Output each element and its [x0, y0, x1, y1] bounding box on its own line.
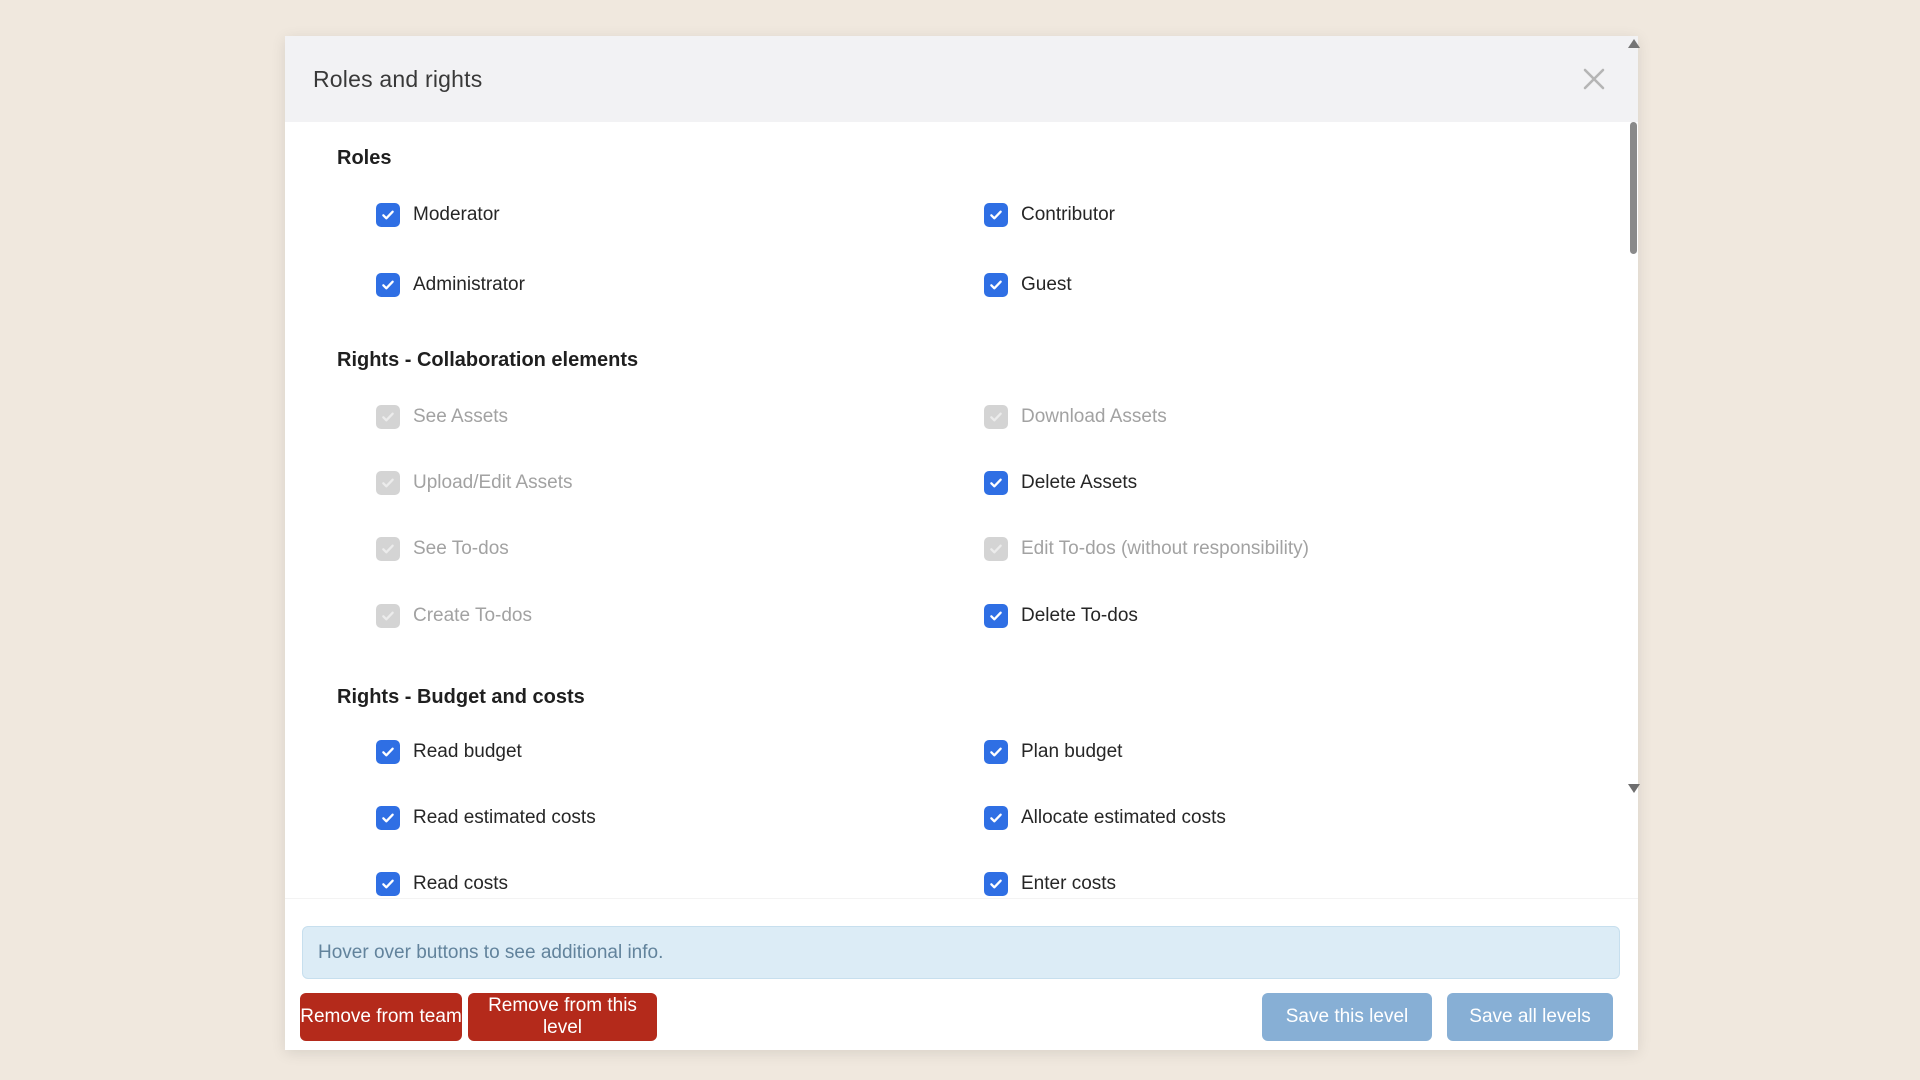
- save-all-levels-button[interactable]: Save all levels: [1447, 993, 1613, 1041]
- checkbox-label[interactable]: Read costs: [413, 873, 508, 895]
- checkbox[interactable]: [376, 806, 400, 830]
- checkbox-label: See Assets: [413, 406, 508, 428]
- checkbox-label: Edit To-dos (without responsibility): [1021, 538, 1309, 560]
- checkmark-icon: [988, 475, 1004, 491]
- checkbox: [984, 405, 1008, 429]
- section-title-budget: Rights - Budget and costs: [337, 683, 585, 711]
- checkbox: [984, 537, 1008, 561]
- checkbox-label[interactable]: Administrator: [413, 274, 525, 296]
- checkbox-item: Delete To-dos: [984, 604, 1138, 628]
- checkmark-icon: [988, 810, 1004, 826]
- checkmark-icon: [380, 277, 396, 293]
- checkbox: [376, 405, 400, 429]
- checkmark-icon: [380, 475, 396, 491]
- checkmark-icon: [380, 810, 396, 826]
- checkbox-item: Enter costs: [984, 872, 1116, 896]
- checkbox-item: Read budget: [376, 740, 522, 764]
- checkbox-label[interactable]: Moderator: [413, 204, 500, 226]
- section-title-roles: Roles: [337, 144, 391, 172]
- checkmark-icon: [988, 207, 1004, 223]
- checkmark-icon: [988, 277, 1004, 293]
- close-button[interactable]: [1578, 63, 1610, 95]
- checkbox-label: Download Assets: [1021, 406, 1167, 428]
- checkbox-item: Read costs: [376, 872, 508, 896]
- checkbox-label[interactable]: Plan budget: [1021, 741, 1122, 763]
- checkmark-icon: [988, 608, 1004, 624]
- scrollbar-up-arrow[interactable]: [1628, 39, 1640, 48]
- checkbox[interactable]: [984, 872, 1008, 896]
- remove-from-this-level-button[interactable]: Remove from this level: [468, 993, 657, 1041]
- checkbox-label[interactable]: Enter costs: [1021, 873, 1116, 895]
- checkbox[interactable]: [984, 273, 1008, 297]
- checkmark-icon: [380, 207, 396, 223]
- checkbox[interactable]: [984, 471, 1008, 495]
- remove-from-team-button[interactable]: Remove from team: [300, 993, 462, 1041]
- checkbox-item: See Assets: [376, 405, 508, 429]
- checkbox-item: Read estimated costs: [376, 806, 596, 830]
- checkbox-item: Create To-dos: [376, 604, 532, 628]
- dialog-header: Roles and rights: [285, 36, 1638, 122]
- checkbox[interactable]: [376, 872, 400, 896]
- roles-and-rights-dialog: Roles and rights Roles Moderator Contrib…: [285, 36, 1638, 1050]
- checkbox-label[interactable]: Guest: [1021, 274, 1072, 296]
- checkmark-icon: [380, 876, 396, 892]
- checkbox-item: Delete Assets: [984, 471, 1137, 495]
- scrollbar-down-arrow[interactable]: [1628, 784, 1640, 793]
- checkmark-icon: [988, 744, 1004, 760]
- checkbox: [376, 537, 400, 561]
- checkbox-label[interactable]: Contributor: [1021, 204, 1115, 226]
- checkmark-icon: [988, 409, 1004, 425]
- checkbox-label[interactable]: Read estimated costs: [413, 807, 596, 829]
- checkbox-item: See To-dos: [376, 537, 509, 561]
- checkbox-label: See To-dos: [413, 538, 509, 560]
- checkmark-icon: [380, 744, 396, 760]
- checkmark-icon: [380, 608, 396, 624]
- dialog-footer: Hover over buttons to see additional inf…: [285, 898, 1638, 1050]
- checkbox[interactable]: [984, 740, 1008, 764]
- checkbox-item: Plan budget: [984, 740, 1122, 764]
- checkbox-item: Download Assets: [984, 405, 1167, 429]
- checkbox-label[interactable]: Allocate estimated costs: [1021, 807, 1226, 829]
- checkbox-item: Edit To-dos (without responsibility): [984, 537, 1309, 561]
- checkmark-icon: [988, 541, 1004, 557]
- checkbox-item: Contributor: [984, 203, 1115, 227]
- close-icon: [1579, 64, 1609, 94]
- dialog-scroll-area: Roles Moderator Contributor Administrato…: [285, 122, 1638, 898]
- checkmark-icon: [380, 409, 396, 425]
- checkbox-label: Upload/Edit Assets: [413, 472, 572, 494]
- checkbox-item: Administrator: [376, 273, 525, 297]
- checkbox-item: Moderator: [376, 203, 500, 227]
- info-bar: Hover over buttons to see additional inf…: [302, 926, 1620, 979]
- checkbox-item: Allocate estimated costs: [984, 806, 1226, 830]
- dialog-title: Roles and rights: [313, 36, 482, 122]
- scrollbar-thumb[interactable]: [1630, 122, 1637, 254]
- checkbox-label: Create To-dos: [413, 605, 532, 627]
- checkbox[interactable]: [376, 273, 400, 297]
- checkbox: [376, 471, 400, 495]
- checkbox-item: Guest: [984, 273, 1072, 297]
- checkbox[interactable]: [376, 740, 400, 764]
- checkmark-icon: [380, 541, 396, 557]
- checkbox: [376, 604, 400, 628]
- checkbox[interactable]: [376, 203, 400, 227]
- save-this-level-button[interactable]: Save this level: [1262, 993, 1432, 1041]
- checkbox-item: Upload/Edit Assets: [376, 471, 572, 495]
- checkbox[interactable]: [984, 203, 1008, 227]
- checkmark-icon: [988, 876, 1004, 892]
- checkbox[interactable]: [984, 604, 1008, 628]
- checkbox-label[interactable]: Delete Assets: [1021, 472, 1137, 494]
- checkbox-label[interactable]: Delete To-dos: [1021, 605, 1138, 627]
- checkbox[interactable]: [984, 806, 1008, 830]
- checkbox-label[interactable]: Read budget: [413, 741, 522, 763]
- section-title-collaboration: Rights - Collaboration elements: [337, 346, 638, 374]
